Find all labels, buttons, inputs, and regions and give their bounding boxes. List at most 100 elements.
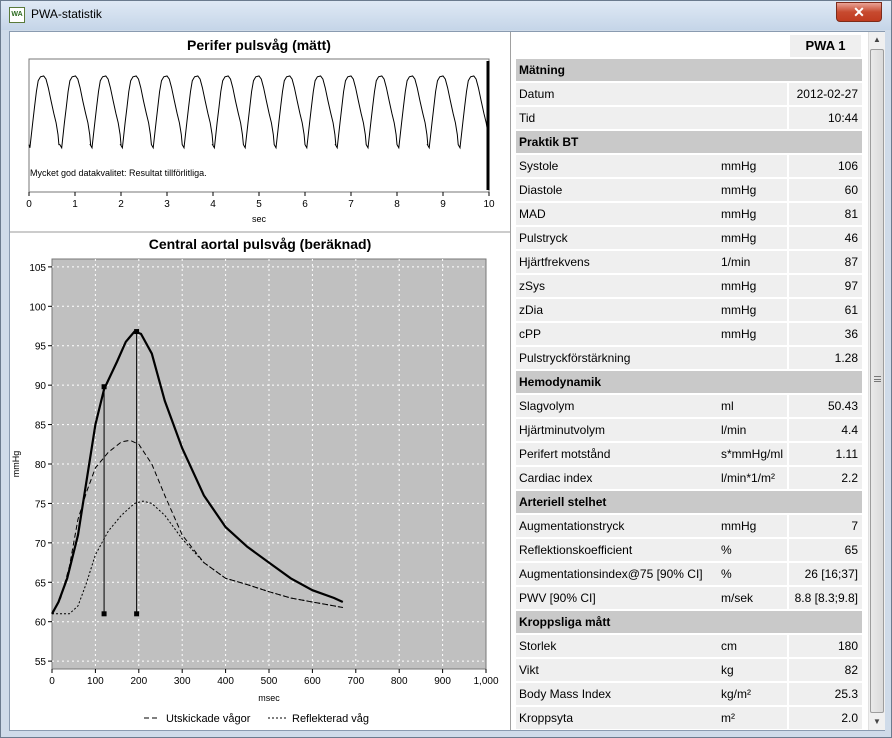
table-row[interactable]: Augmentationsindex@75 [90% CI]% 26 [16;37… (516, 563, 862, 586)
x-tick-label: 3 (164, 199, 170, 210)
column-divider (787, 179, 789, 202)
table-row[interactable]: Vikt kg 82 (516, 659, 862, 682)
title-bar[interactable]: WA PWA-statistik ✕ (1, 1, 891, 30)
x-tick-label: 900 (434, 676, 451, 687)
row-value: 61 (844, 303, 858, 317)
vertical-scrollbar[interactable]: ▲ ▼ (868, 32, 885, 730)
table-row[interactable]: Perifert motstånd s*mmHg/ml 1.11 (516, 443, 862, 466)
table-row[interactable]: Augmentationstryck mmHg 7 (516, 515, 862, 538)
section-label: Arteriell stelhet (519, 495, 607, 509)
table-row[interactable]: Pulstryck mmHg 46 (516, 227, 862, 250)
column-divider (787, 107, 789, 130)
column-divider (787, 347, 789, 370)
x-tick-label: 800 (391, 676, 408, 687)
table-row[interactable]: Storlek cm 180 (516, 635, 862, 658)
x-tick-label: 700 (347, 676, 364, 687)
column-divider (787, 683, 789, 706)
table-row[interactable]: MAD mmHg 81 (516, 203, 862, 226)
row-value: 2012-02-27 (796, 87, 858, 101)
row-value: 60 (844, 183, 858, 197)
table-row[interactable]: zDia mmHg 61 (516, 299, 862, 322)
section-header[interactable]: Hemodynamik (516, 371, 862, 394)
column-divider (787, 635, 789, 658)
table-row[interactable]: Hjärtminutvolym l/min 4.4 (516, 419, 862, 442)
table-row[interactable]: Reflektionskoefficient% 65 (516, 539, 862, 562)
section-label: Hemodynamik (519, 375, 602, 389)
row-label: Hjärtfrekvens (519, 255, 590, 269)
row-label: Pulstryckförstärkning (519, 351, 631, 365)
statistics-table: PWA 1 Mätning Datum 2012-02-27 Tid 10:44 Prak… (512, 32, 868, 730)
y-tick-label: 60 (35, 618, 47, 629)
marker-point (134, 329, 140, 335)
section-label: Kroppsliga mått (519, 615, 611, 629)
table-row[interactable]: Slagvolym ml 50.43 (516, 395, 862, 418)
row-value: 4.4 (841, 423, 858, 437)
section-header[interactable]: Praktik BT (516, 131, 862, 154)
section-header[interactable]: Mätning (516, 59, 862, 82)
row-unit: mmHg (721, 159, 757, 173)
row-unit: % (721, 567, 732, 581)
row-label: Reflektionskoefficient (519, 543, 633, 557)
row-unit: mmHg (721, 279, 757, 293)
scroll-down-icon[interactable]: ▼ (869, 714, 885, 730)
row-label: Perifert motstånd (519, 447, 611, 461)
column-header-pwa1[interactable]: PWA 1 (790, 35, 862, 57)
x-tick-label: 8 (394, 199, 400, 210)
scroll-thumb[interactable] (870, 49, 884, 713)
x-tick-label: 5 (256, 199, 262, 210)
row-label: zDia (519, 303, 544, 317)
table-row[interactable]: Hjärtfrekvens 1/min 87 (516, 251, 862, 274)
table-row[interactable]: PWV [90% CI] m/sek 8.8 [8.3;9.8] (516, 587, 862, 610)
table-row[interactable]: Tid 10:44 (516, 107, 862, 130)
table-row[interactable]: Body Mass Index kg/m² 25.3 (516, 683, 862, 706)
x-axis-label: sec (252, 214, 267, 224)
section-header[interactable]: Kroppsliga mått (516, 611, 862, 634)
row-value: 87 (844, 255, 858, 269)
row-value: 65 (844, 543, 858, 557)
row-unit: m² (721, 711, 735, 725)
y-tick-label: 95 (35, 342, 47, 353)
table-row[interactable]: Pulstryckförstärkning 1.28 (516, 347, 862, 370)
row-label: Kroppsyta (519, 711, 574, 725)
marker-point (134, 611, 140, 617)
app-icon: WA (9, 7, 25, 23)
table-row[interactable]: cPP mmHg 36 (516, 323, 862, 346)
row-unit: mmHg (721, 519, 757, 533)
y-tick-label: 85 (35, 421, 47, 432)
row-label: Datum (519, 87, 555, 101)
table-row[interactable]: Kroppsyta m² 2.0 (516, 707, 862, 730)
row-value: 50.43 (827, 399, 858, 413)
x-tick-label: 600 (304, 676, 321, 687)
scroll-up-icon[interactable]: ▲ (869, 32, 885, 48)
row-unit: s*mmHg/ml (721, 447, 783, 461)
quality-annotation: Mycket god datakvalitet: Resultat tillfö… (30, 168, 207, 178)
row-label: Storlek (519, 639, 557, 653)
section-header[interactable]: Arteriell stelhet (516, 491, 862, 514)
x-axis-label: msec (258, 693, 280, 703)
y-tick-label: 65 (35, 578, 47, 589)
table-row[interactable]: Diastole mmHg 60 (516, 179, 862, 202)
column-divider (787, 203, 789, 226)
y-tick-label: 90 (35, 381, 47, 392)
row-value: 25.3 (834, 687, 858, 701)
row-unit: ml (721, 399, 734, 413)
legend-item: Reflekterad våg (292, 713, 369, 725)
y-tick-label: 70 (35, 539, 47, 550)
x-tick-label: 2 (118, 199, 124, 210)
row-label: Hjärtminutvolym (519, 423, 606, 437)
row-unit: mmHg (721, 231, 757, 245)
x-tick-label: 9 (440, 199, 446, 210)
chart-title: Central aortal pulsvåg (beräknad) (149, 236, 372, 252)
close-button[interactable]: ✕ (836, 2, 882, 22)
table-row[interactable]: Cardiac index l/min*1/m² 2.2 (516, 467, 862, 490)
row-unit: mmHg (721, 207, 757, 221)
row-label: Slagvolym (519, 399, 575, 413)
table-row[interactable]: Systole mmHg 106 (516, 155, 862, 178)
row-label: Diastole (519, 183, 563, 197)
column-divider (787, 227, 789, 250)
table-row[interactable]: zSys mmHg 97 (516, 275, 862, 298)
column-divider (787, 587, 789, 610)
table-row[interactable]: Datum 2012-02-27 (516, 83, 862, 106)
row-value: 81 (844, 207, 858, 221)
row-label: zSys (519, 279, 546, 293)
